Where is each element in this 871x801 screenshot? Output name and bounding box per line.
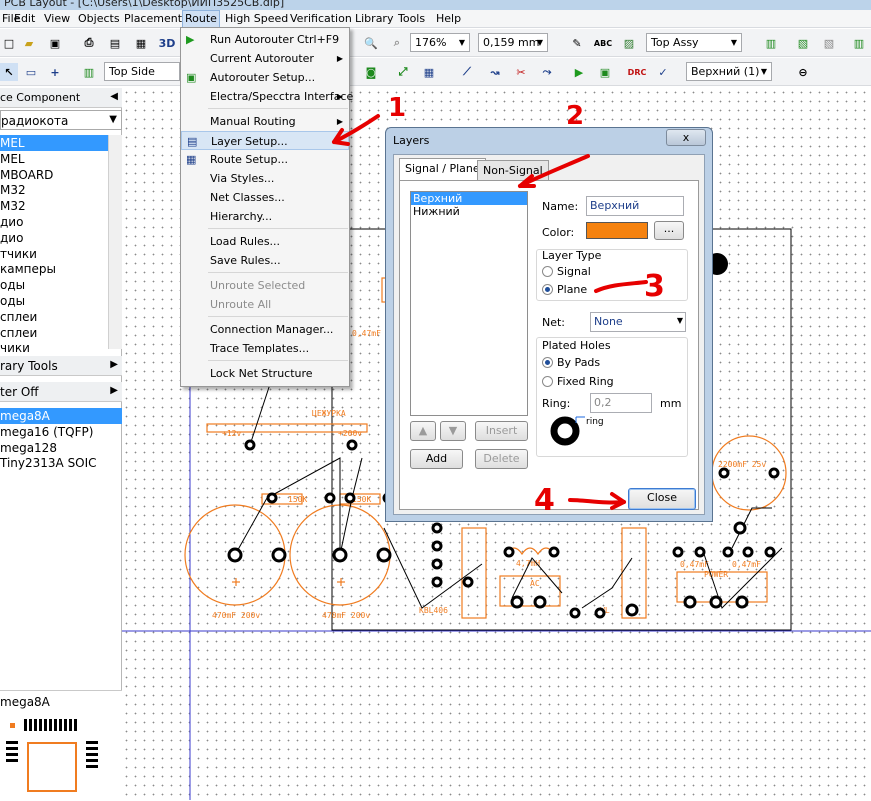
- annotation-4: 4: [534, 483, 555, 518]
- annotation-arrows: 1 2 3 4: [332, 93, 665, 518]
- annotation-3: 3: [644, 269, 665, 304]
- annotation-1: 1: [388, 93, 406, 123]
- annotation-2: 2: [566, 101, 584, 131]
